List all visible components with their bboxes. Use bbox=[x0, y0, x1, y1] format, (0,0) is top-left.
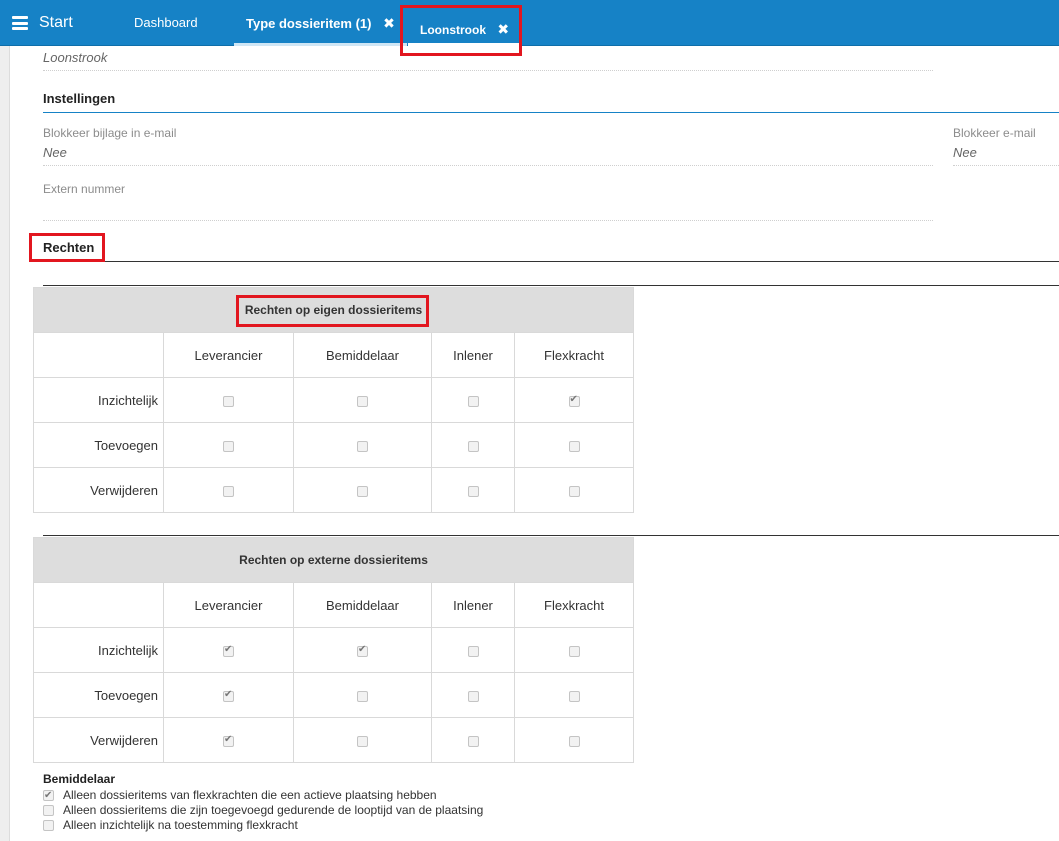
option-checkbox[interactable] bbox=[43, 820, 54, 831]
hamburger-menu-icon bbox=[12, 16, 28, 30]
column-header: Inlener bbox=[431, 582, 515, 628]
close-tab-icon[interactable]: ✖ bbox=[497, 8, 509, 50]
column-header: Flexkracht bbox=[513, 332, 635, 378]
tab-loonstrook[interactable]: Loonstrook ✖ bbox=[408, 8, 522, 46]
bemiddelaar-option[interactable]: Alleen dossieritems van flexkrachten die… bbox=[43, 788, 437, 803]
table-row: Inzichtelijk bbox=[33, 377, 635, 423]
tab-loonstrook-label: Loonstrook bbox=[420, 23, 486, 37]
divider bbox=[43, 220, 933, 221]
column-header: Flexkracht bbox=[513, 582, 635, 628]
permission-checkbox[interactable] bbox=[467, 690, 479, 702]
permission-checkbox[interactable] bbox=[568, 485, 580, 497]
row-header: Inzichtelijk bbox=[33, 377, 164, 423]
divider bbox=[43, 70, 933, 71]
column-header: Inlener bbox=[431, 332, 515, 378]
permission-checkbox[interactable] bbox=[357, 690, 368, 702]
empty-corner-cell bbox=[33, 582, 164, 628]
permission-checkbox[interactable] bbox=[223, 644, 234, 657]
rights-table-title: Rechten op eigen dossieritems bbox=[32, 287, 635, 333]
start-label: Start bbox=[39, 14, 73, 31]
rights-table-eigen: Rechten op eigen dossieritems Leverancie… bbox=[32, 287, 635, 513]
blokkeer-bijlage-value[interactable]: Nee bbox=[43, 145, 67, 160]
name-field-value: Loonstrook bbox=[43, 50, 108, 65]
table-row: Toevoegen bbox=[33, 422, 635, 468]
tab-dashboard[interactable]: Dashboard bbox=[122, 0, 210, 46]
empty-corner-cell bbox=[33, 332, 164, 378]
row-header: Toevoegen bbox=[33, 422, 164, 468]
permission-checkbox[interactable] bbox=[223, 395, 234, 407]
permission-checkbox[interactable] bbox=[223, 734, 234, 747]
option-label: Alleen dossieritems die zijn toegevoegd … bbox=[63, 803, 484, 817]
permission-checkbox[interactable] bbox=[467, 440, 479, 452]
column-header: Leverancier bbox=[163, 582, 294, 628]
table-row: Verwijderen bbox=[33, 717, 635, 763]
table-row: Inzichtelijk bbox=[33, 627, 635, 673]
permission-checkbox[interactable] bbox=[357, 735, 368, 747]
bemiddelaar-option[interactable]: Alleen inzichtelijk na toestemming flexk… bbox=[43, 818, 298, 833]
rights-table-extern: Rechten op externe dossieritems Leveranc… bbox=[32, 537, 635, 763]
table-row: Verwijderen bbox=[33, 467, 635, 513]
option-checkbox[interactable] bbox=[43, 788, 54, 803]
instellingen-heading: Instellingen bbox=[43, 91, 116, 106]
permission-checkbox[interactable] bbox=[357, 440, 368, 452]
permission-checkbox[interactable] bbox=[568, 690, 580, 702]
row-header: Toevoegen bbox=[33, 672, 164, 718]
permission-checkbox[interactable] bbox=[357, 395, 368, 407]
permission-checkbox[interactable] bbox=[223, 689, 234, 702]
permission-checkbox[interactable] bbox=[568, 645, 580, 657]
tab-type-dossieritem[interactable]: Type dossieritem (1) ✖ bbox=[234, 0, 407, 46]
permission-checkbox[interactable] bbox=[357, 644, 368, 657]
divider bbox=[43, 165, 933, 166]
permission-checkbox[interactable] bbox=[467, 485, 479, 497]
option-label: Alleen inzichtelijk na toestemming flexk… bbox=[63, 818, 298, 832]
column-header: Bemiddelaar bbox=[293, 332, 432, 378]
permission-checkbox[interactable] bbox=[568, 440, 580, 452]
row-header: Verwijderen bbox=[33, 717, 164, 763]
column-header: Bemiddelaar bbox=[293, 582, 432, 628]
rechten-divider bbox=[105, 261, 1059, 262]
permission-checkbox[interactable] bbox=[223, 485, 234, 497]
permission-checkbox[interactable] bbox=[467, 735, 479, 747]
permission-checkbox[interactable] bbox=[568, 735, 580, 747]
top-navigation-bar: Start Dashboard Type dossieritem (1) ✖ L… bbox=[0, 0, 1059, 46]
row-header: Verwijderen bbox=[33, 467, 164, 513]
option-checkbox[interactable] bbox=[43, 805, 54, 816]
table-row: Toevoegen bbox=[33, 672, 635, 718]
divider bbox=[953, 165, 1059, 166]
tab-type-dossieritem-label: Type dossieritem (1) bbox=[246, 16, 372, 31]
permission-checkbox[interactable] bbox=[568, 394, 580, 407]
blokkeer-email-value[interactable]: Nee bbox=[953, 145, 977, 160]
start-menu-button[interactable]: Start bbox=[12, 13, 82, 35]
option-label: Alleen dossieritems van flexkrachten die… bbox=[63, 788, 437, 802]
close-tab-icon[interactable]: ✖ bbox=[383, 0, 395, 46]
permission-checkbox[interactable] bbox=[357, 485, 368, 497]
column-header: Leverancier bbox=[163, 332, 294, 378]
table-divider bbox=[43, 285, 1059, 286]
extern-nummer-label: Extern nummer bbox=[43, 182, 126, 196]
instellingen-divider bbox=[43, 112, 1059, 113]
left-gutter bbox=[0, 46, 10, 841]
blokkeer-bijlage-label: Blokkeer bijlage in e-mail bbox=[43, 126, 177, 140]
rechten-heading: Rechten bbox=[43, 240, 95, 255]
tab-dashboard-label: Dashboard bbox=[134, 15, 198, 30]
permission-checkbox[interactable] bbox=[223, 440, 234, 452]
row-header: Inzichtelijk bbox=[33, 627, 164, 673]
rights-table-title: Rechten op externe dossieritems bbox=[32, 537, 635, 583]
bemiddelaar-heading: Bemiddelaar bbox=[43, 772, 116, 786]
bemiddelaar-option[interactable]: Alleen dossieritems die zijn toegevoegd … bbox=[43, 803, 483, 818]
permission-checkbox[interactable] bbox=[467, 645, 479, 657]
blokkeer-email-label: Blokkeer e-mail bbox=[953, 126, 1036, 140]
permission-checkbox[interactable] bbox=[467, 395, 479, 407]
table-divider bbox=[43, 535, 1059, 536]
